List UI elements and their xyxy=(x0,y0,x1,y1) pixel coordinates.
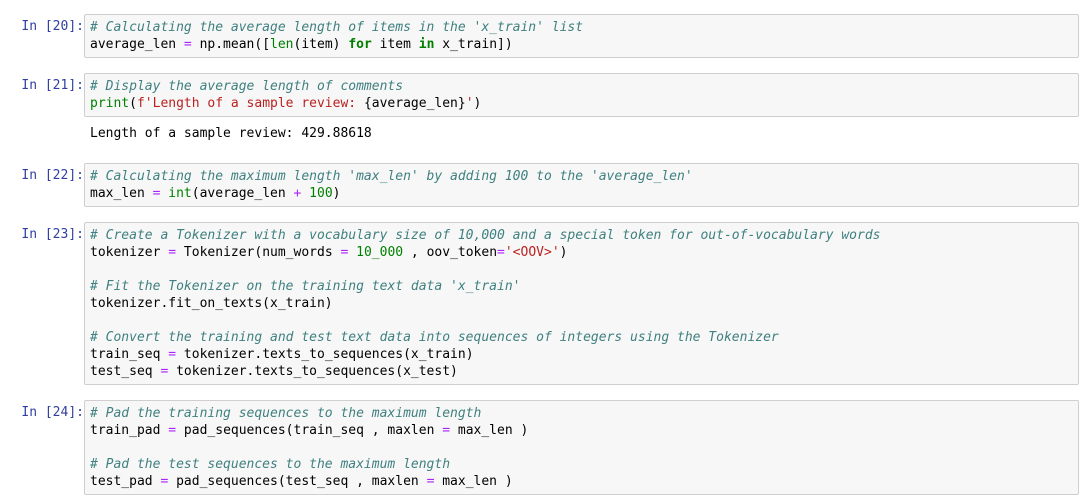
code-token: = xyxy=(442,423,451,438)
code-token: 100 xyxy=(309,186,333,201)
code-token: {average_len} xyxy=(363,96,466,111)
code-token: = xyxy=(168,347,177,362)
code-line: # Create a Tokenizer with a vocabulary s… xyxy=(90,227,1073,244)
code-line: train_pad = pad_sequences(train_seq , ma… xyxy=(90,422,1073,439)
code-token: train_seq xyxy=(90,347,169,362)
code-line: # Display the average length of comments xyxy=(90,78,1073,95)
code-line: train_seq = tokenizer.texts_to_sequences… xyxy=(90,346,1073,363)
code-token: ) xyxy=(332,186,341,201)
code-token: average_len xyxy=(90,37,184,52)
code-line: # Convert the training and test text dat… xyxy=(90,329,1073,346)
code-line: test_seq = tokenizer.texts_to_sequences(… xyxy=(90,363,1073,380)
code-token: in xyxy=(418,37,435,52)
code-token: ) xyxy=(559,245,568,260)
code-token: = xyxy=(168,423,177,438)
code-token: = xyxy=(168,245,177,260)
cell-output: Length of a sample review: 429.88618 xyxy=(90,126,372,141)
code-token: ( xyxy=(129,96,137,111)
code-token: # Calculating the maximum length 'max_le… xyxy=(90,169,693,184)
code-token: (average_len xyxy=(191,186,294,201)
code-token: print xyxy=(90,96,130,111)
code-token: # Create a Tokenizer with a vocabulary s… xyxy=(90,228,881,243)
code-token: test_seq xyxy=(90,364,161,379)
code-line: # Calculating the maximum length 'max_le… xyxy=(90,168,1073,185)
notebook-page: { "cells": [ { "prompt": "In [20]:", "li… xyxy=(0,0,1092,501)
code-token: test_pad xyxy=(90,474,161,489)
code-line: # Calculating the average length of item… xyxy=(90,19,1073,36)
code-token: train_pad xyxy=(90,423,169,438)
code-token: # Pad the test sequences to the maximum … xyxy=(90,457,451,472)
code-token: , oov_token xyxy=(403,245,498,260)
code-token: # Calculating the average length of item… xyxy=(90,20,584,35)
cell-prompt: In [22]: xyxy=(21,168,84,183)
code-token: tokenizer.fit_on_texts(x_train) xyxy=(90,296,333,311)
code-token: 10_000 xyxy=(356,245,404,260)
code-input[interactable]: # Create a Tokenizer with a vocabulary s… xyxy=(84,222,1079,385)
code-line: tokenizer = Tokenizer(num_words = 10_000… xyxy=(90,244,1073,261)
code-token: len xyxy=(270,37,294,52)
code-token: int xyxy=(168,186,192,201)
code-line: average_len = np.mean([len(item) for ite… xyxy=(90,36,1073,53)
code-token: '<OOV>' xyxy=(504,245,560,260)
code-token: tokenizer.texts_to_sequences(x_train) xyxy=(176,347,474,362)
code-token: Tokenizer(num_words xyxy=(176,245,341,260)
code-line: # Pad the training sequences to the maxi… xyxy=(90,405,1073,422)
code-token: = xyxy=(183,37,192,52)
code-token: max_len ) xyxy=(450,423,529,438)
code-token: # Convert the training and test text dat… xyxy=(90,330,779,345)
code-token: = xyxy=(497,245,505,260)
code-line: # Pad the test sequences to the maximum … xyxy=(90,456,1073,473)
code-token: f'Length of a sample review: xyxy=(136,96,364,111)
code-token: ' xyxy=(465,96,474,111)
code-input[interactable]: # Calculating the maximum length 'max_le… xyxy=(84,163,1079,207)
code-token: x_train]) xyxy=(434,37,513,52)
code-token: np.mean([ xyxy=(191,37,271,52)
code-line: tokenizer.fit_on_texts(x_train) xyxy=(90,295,1073,312)
code-input[interactable]: # Pad the training sequences to the maxi… xyxy=(84,400,1079,495)
code-token: item xyxy=(371,37,419,52)
cell-prompt: In [21]: xyxy=(21,78,84,93)
code-token: tokenizer xyxy=(90,245,169,260)
code-token: for xyxy=(348,37,372,52)
code-input[interactable]: # Display the average length of comments… xyxy=(84,73,1079,117)
code-token: # Display the average length of comments xyxy=(90,79,404,94)
code-token: max_len xyxy=(90,186,153,201)
code-token: # Pad the training sequences to the maxi… xyxy=(90,406,482,421)
code-token: pad_sequences(train_seq , maxlen xyxy=(176,423,443,438)
cell-prompt: In [20]: xyxy=(21,19,84,34)
code-token: (item) xyxy=(293,37,349,52)
code-token: max_len ) xyxy=(434,474,513,489)
code-token: pad_sequences(test_seq , maxlen xyxy=(168,474,427,489)
code-line: print(f'Length of a sample review: {aver… xyxy=(90,95,1073,112)
code-line: max_len = int(average_len + 100) xyxy=(90,185,1073,202)
code-line: # Fit the Tokenizer on the training text… xyxy=(90,278,1073,295)
cell-prompt: In [24]: xyxy=(21,405,84,420)
code-token: tokenizer.texts_to_sequences(x_test) xyxy=(168,364,458,379)
code-token: ) xyxy=(473,96,482,111)
code-line: test_pad = pad_sequences(test_seq , maxl… xyxy=(90,473,1073,490)
code-token: # Fit the Tokenizer on the training text… xyxy=(90,279,521,294)
cell-prompt: In [23]: xyxy=(21,227,84,242)
code-input[interactable]: # Calculating the average length of item… xyxy=(84,14,1079,58)
